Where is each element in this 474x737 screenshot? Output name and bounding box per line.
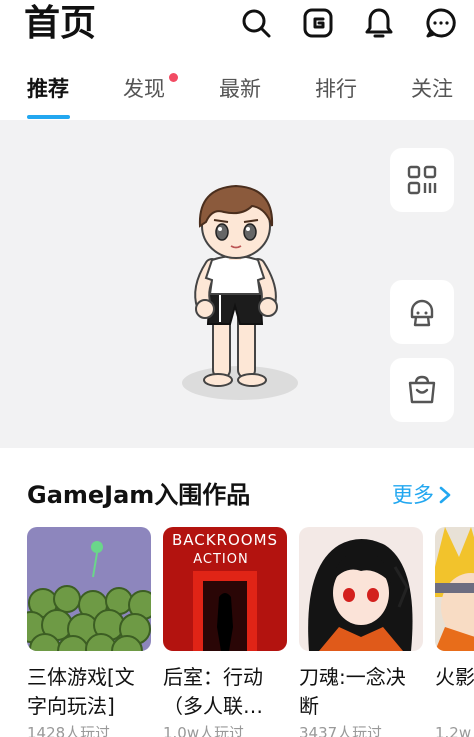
coin-icon (303, 8, 333, 38)
player-avatar[interactable] (172, 178, 312, 410)
game-play-count: 3437人玩过 (299, 724, 383, 737)
bell-icon (365, 8, 393, 38)
character-button[interactable] (390, 280, 454, 344)
game-thumbnail (299, 527, 423, 651)
game-play-count: 1.0w人玩过 (163, 724, 245, 737)
shop-button[interactable] (390, 358, 454, 422)
tab-discover-badge (169, 73, 178, 82)
game-name: 后室：行动（多人联… (163, 665, 263, 718)
game-thumbnail (435, 527, 474, 651)
tab-recommend[interactable]: 推荐 (27, 74, 69, 104)
top-bar: 首页 (0, 0, 474, 52)
game-name: 刀魂:一念决断 (299, 665, 406, 718)
qr-code-button[interactable] (390, 148, 454, 212)
tab-discover[interactable]: 发现 (123, 74, 165, 104)
avatar-panel (0, 120, 474, 448)
qr-code-icon (407, 165, 437, 195)
tab-latest[interactable]: 最新 (219, 74, 261, 104)
game-list: 三体游戏[文字向玩法] 1428人玩过 BACKROOMS ACTION 后室：… (0, 527, 474, 737)
thumb-text-2: ACTION (193, 552, 248, 567)
section-title: GameJam入围作品 (27, 481, 251, 509)
active-tab-indicator (27, 115, 70, 119)
page-title: 首页 (24, 3, 97, 44)
tab-bar: 推荐 发现 最新 排行 关注 (0, 66, 474, 120)
search-button[interactable] (239, 6, 273, 40)
shop-bag-icon (408, 375, 436, 404)
thumb-text-1: BACKROOMS (172, 531, 278, 549)
game-card[interactable]: BACKROOMS ACTION 后室：行动（多人联… 1.0w人玩过 (163, 527, 287, 737)
notification-button[interactable] (362, 6, 396, 40)
game-card[interactable]: 刀魂:一念决断 3437人玩过 (299, 527, 423, 737)
messages-button[interactable] (424, 6, 458, 40)
game-name: 火影巅峰 (435, 665, 474, 689)
game-card[interactable]: 火影巅峰 1.2w人玩过 (435, 527, 474, 737)
game-thumbnail (27, 527, 151, 651)
chevron-right-icon (439, 486, 451, 504)
game-name: 三体游戏[文字向玩法] (27, 665, 135, 718)
game-play-count: 1.2w人玩过 (435, 724, 474, 737)
search-icon (242, 9, 271, 38)
game-thumbnail: BACKROOMS ACTION (163, 527, 287, 651)
more-link[interactable]: 更多 (392, 480, 452, 510)
character-icon (410, 299, 434, 327)
chat-icon (426, 8, 456, 38)
tab-ranking[interactable]: 排行 (315, 74, 357, 104)
more-label: 更多 (392, 483, 434, 507)
game-card[interactable]: 三体游戏[文字向玩法] 1428人玩过 (27, 527, 151, 737)
coin-button[interactable] (301, 6, 335, 40)
tab-following[interactable]: 关注 (411, 74, 453, 104)
game-play-count: 1428人玩过 (27, 724, 111, 737)
